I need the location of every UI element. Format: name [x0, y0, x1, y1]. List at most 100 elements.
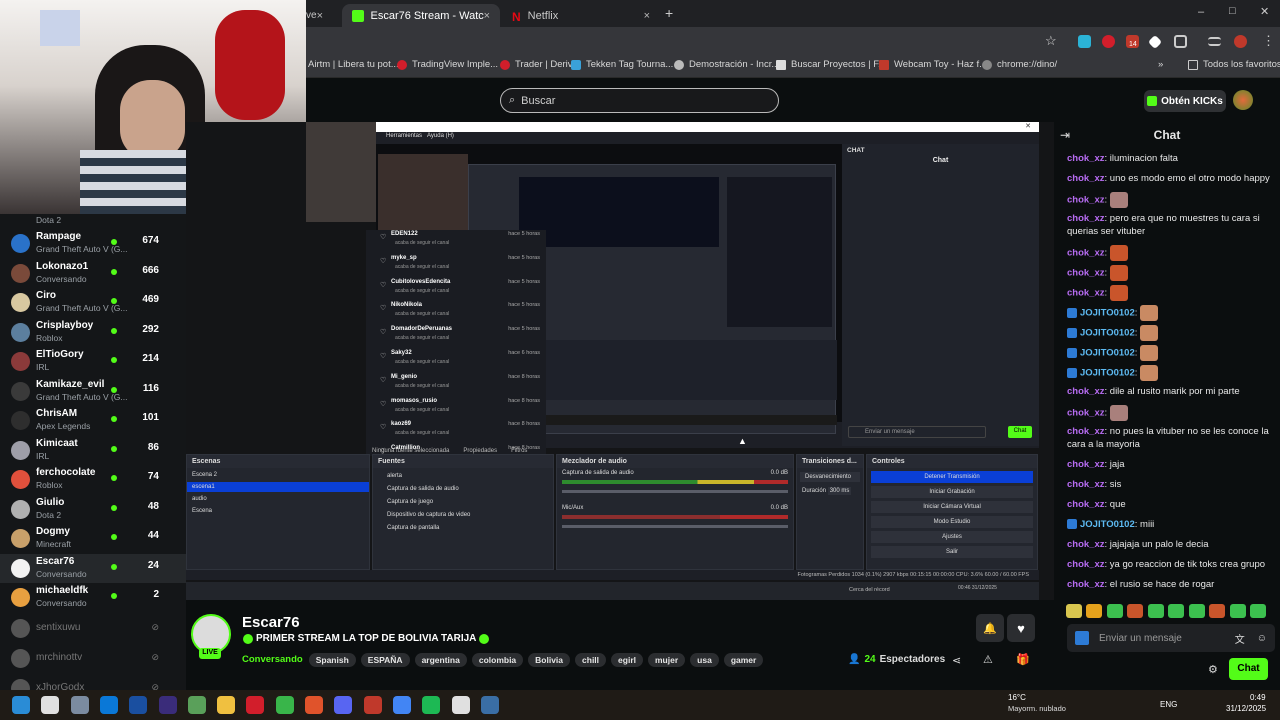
- report-icon[interactable]: ⚠: [983, 653, 993, 666]
- puzzle-icon[interactable]: [1174, 35, 1187, 48]
- obs-source-item[interactable]: alerta: [373, 471, 553, 481]
- video-player[interactable]: ✕ Herramientas Ayuda (H) ♡ EDEN122 acaba d…: [186, 122, 1054, 600]
- tab-kick-stream[interactable]: Escar76 Stream - Watch Live on ×: [342, 4, 500, 27]
- chat-username[interactable]: chok_xz: [1067, 459, 1105, 470]
- tab-search-icon[interactable]: [1208, 37, 1221, 46]
- stream-tag[interactable]: chill: [575, 653, 607, 667]
- close-window-button[interactable]: ✕: [1260, 5, 1269, 18]
- taskbar-premiere-icon[interactable]: [158, 696, 177, 714]
- sidebar-channel[interactable]: Dogmy Minecraft 44: [0, 524, 186, 553]
- new-tab-button[interactable]: +: [665, 5, 673, 21]
- taskbar-task-view-icon[interactable]: [70, 696, 89, 714]
- language-indicator[interactable]: ENG: [1160, 700, 1177, 709]
- sidebar-channel-offline[interactable]: sentixuwu ⊘: [0, 614, 186, 643]
- sidebar-channel[interactable]: Ciro Grand Theft Auto V (G... 469: [0, 288, 186, 317]
- chat-username[interactable]: chok_xz: [1067, 213, 1105, 224]
- bookmark-item[interactable]: Webcam Toy - Haz f...: [879, 59, 987, 70]
- tab-close-icon[interactable]: ×: [644, 10, 650, 22]
- stream-tag[interactable]: mujer: [648, 653, 686, 667]
- profile-avatar[interactable]: [1234, 35, 1247, 48]
- taskbar-minecraft-icon[interactable]: [275, 696, 294, 714]
- chat-username[interactable]: chok_xz: [1067, 173, 1105, 184]
- emote-icon[interactable]: [1229, 603, 1246, 618]
- emote-icon[interactable]: [1147, 603, 1164, 618]
- sidebar-channel[interactable]: Rampage Grand Theft Auto V (G... 674: [0, 229, 186, 258]
- emote-icon[interactable]: [1188, 603, 1205, 618]
- user-avatar[interactable]: [1233, 90, 1253, 110]
- tab-close-icon[interactable]: ×: [484, 10, 490, 22]
- obs-scene-item[interactable]: escena1: [187, 482, 369, 492]
- chat-username[interactable]: chok_xz: [1067, 268, 1105, 279]
- follow-button[interactable]: ♥: [1007, 614, 1035, 642]
- sidebar-channel[interactable]: Kimicaat IRL 86: [0, 436, 186, 465]
- sidebar-channel[interactable]: Giulio Dota 2 48: [0, 495, 186, 524]
- bookmark-star-icon[interactable]: ☆: [1045, 33, 1057, 49]
- menu-dots-icon[interactable]: ⋮: [1262, 33, 1275, 49]
- maximize-button[interactable]: □: [1229, 5, 1236, 17]
- volume-slider[interactable]: [562, 490, 788, 493]
- chat-username[interactable]: chok_xz: [1067, 386, 1105, 397]
- obs-control-button[interactable]: Iniciar Cámara Virtual: [871, 501, 1033, 513]
- stream-tag[interactable]: Spanish: [308, 653, 356, 667]
- translate-icon[interactable]: 文: [1235, 631, 1245, 646]
- obs-scene-item[interactable]: Escena 2: [187, 470, 369, 480]
- emoji-picker-icon[interactable]: ☺: [1257, 633, 1267, 644]
- chat-username[interactable]: JOJITO0102: [1080, 368, 1135, 379]
- chat-username[interactable]: chok_xz: [1067, 479, 1105, 490]
- emote-icon[interactable]: [1066, 603, 1082, 618]
- chat-send-button[interactable]: Chat: [1229, 658, 1268, 680]
- chat-username[interactable]: JOJITO0102: [1080, 328, 1135, 339]
- chat-username[interactable]: chok_xz: [1067, 195, 1105, 206]
- obs-control-button[interactable]: Ajustes: [871, 531, 1033, 543]
- stream-tag[interactable]: Bolivia: [528, 653, 571, 667]
- sidebar-channel[interactable]: ferchocolate Roblox 74: [0, 465, 186, 494]
- obs-control-button[interactable]: Salir: [871, 546, 1033, 558]
- stream-tag[interactable]: gamer: [723, 653, 764, 667]
- obs-control-button[interactable]: Modo Estudio: [871, 516, 1033, 528]
- search-input[interactable]: ⌕ Buscar: [500, 88, 779, 113]
- stream-tag[interactable]: argentina: [414, 653, 467, 667]
- notification-bell-button[interactable]: 🔔: [976, 614, 1004, 642]
- all-bookmarks[interactable]: Todos los favoritos: [1188, 59, 1280, 70]
- chat-input[interactable]: Enviar un mensaje 文 ☺: [1067, 624, 1275, 652]
- taskbar-app-icon[interactable]: [246, 696, 265, 714]
- chat-username[interactable]: chok_xz: [1067, 288, 1105, 299]
- emote-icon[interactable]: [1250, 603, 1267, 618]
- chat-username[interactable]: chok_xz: [1067, 499, 1105, 510]
- chat-username[interactable]: JOJITO0102: [1080, 348, 1135, 359]
- chat-username[interactable]: chok_xz: [1067, 248, 1105, 259]
- bookmark-item[interactable]: TradingView Imple...: [397, 59, 498, 70]
- minimize-button[interactable]: –: [1198, 6, 1204, 18]
- stream-tag[interactable]: colombia: [471, 653, 524, 667]
- sidebar-channel[interactable]: Crisplayboy Roblox 292: [0, 318, 186, 347]
- taskbar-obs-icon[interactable]: [363, 696, 382, 714]
- sidebar-channel[interactable]: Kamikaze_evil Grand Theft Auto V (G... 116: [0, 377, 186, 406]
- chat-username[interactable]: JOJITO0102: [1080, 308, 1135, 319]
- transition-select[interactable]: Desvanecimiento: [800, 472, 860, 482]
- emote-icon[interactable]: [1127, 603, 1144, 618]
- chat-username[interactable]: chok_xz: [1067, 408, 1105, 419]
- obs-source-item[interactable]: Captura de pantalla: [373, 523, 553, 533]
- taskbar-search-icon[interactable]: [41, 696, 60, 714]
- chat-username[interactable]: chok_xz: [1067, 426, 1105, 437]
- bookmark-item[interactable]: chrome://dino/: [982, 59, 1057, 70]
- obs-menu-item[interactable]: Ayuda (H): [427, 133, 454, 139]
- chat-username[interactable]: JOJITO0102: [1080, 519, 1135, 530]
- tab-netflix[interactable]: N Netflix ×: [502, 4, 660, 27]
- emote-icon[interactable]: [1106, 603, 1123, 618]
- taskbar-chrome-icon[interactable]: [392, 696, 411, 714]
- obs-scene-item[interactable]: audio: [187, 494, 369, 504]
- chat-username[interactable]: chok_xz: [1067, 559, 1105, 570]
- obs-source-item[interactable]: Captura de juego: [373, 497, 553, 507]
- get-kicks-button[interactable]: Obtén KICKs: [1144, 90, 1226, 112]
- emote-icon[interactable]: [1209, 603, 1226, 618]
- volume-slider[interactable]: [562, 525, 788, 528]
- obs-control-button[interactable]: Iniciar Grabación: [871, 486, 1033, 498]
- taskbar-app-icon[interactable]: [451, 696, 470, 714]
- bookmark-item[interactable]: Buscar Proyectos | F...: [776, 59, 886, 70]
- taskbar-photoshop-icon[interactable]: [129, 696, 148, 714]
- emote-icon[interactable]: [1086, 603, 1103, 618]
- bookmark-item[interactable]: Airtm | Libera tu pot...: [308, 59, 399, 70]
- sidebar-channel-offline[interactable]: mrchinottv ⊘: [0, 644, 186, 673]
- obs-scene-item[interactable]: Escena: [187, 506, 369, 516]
